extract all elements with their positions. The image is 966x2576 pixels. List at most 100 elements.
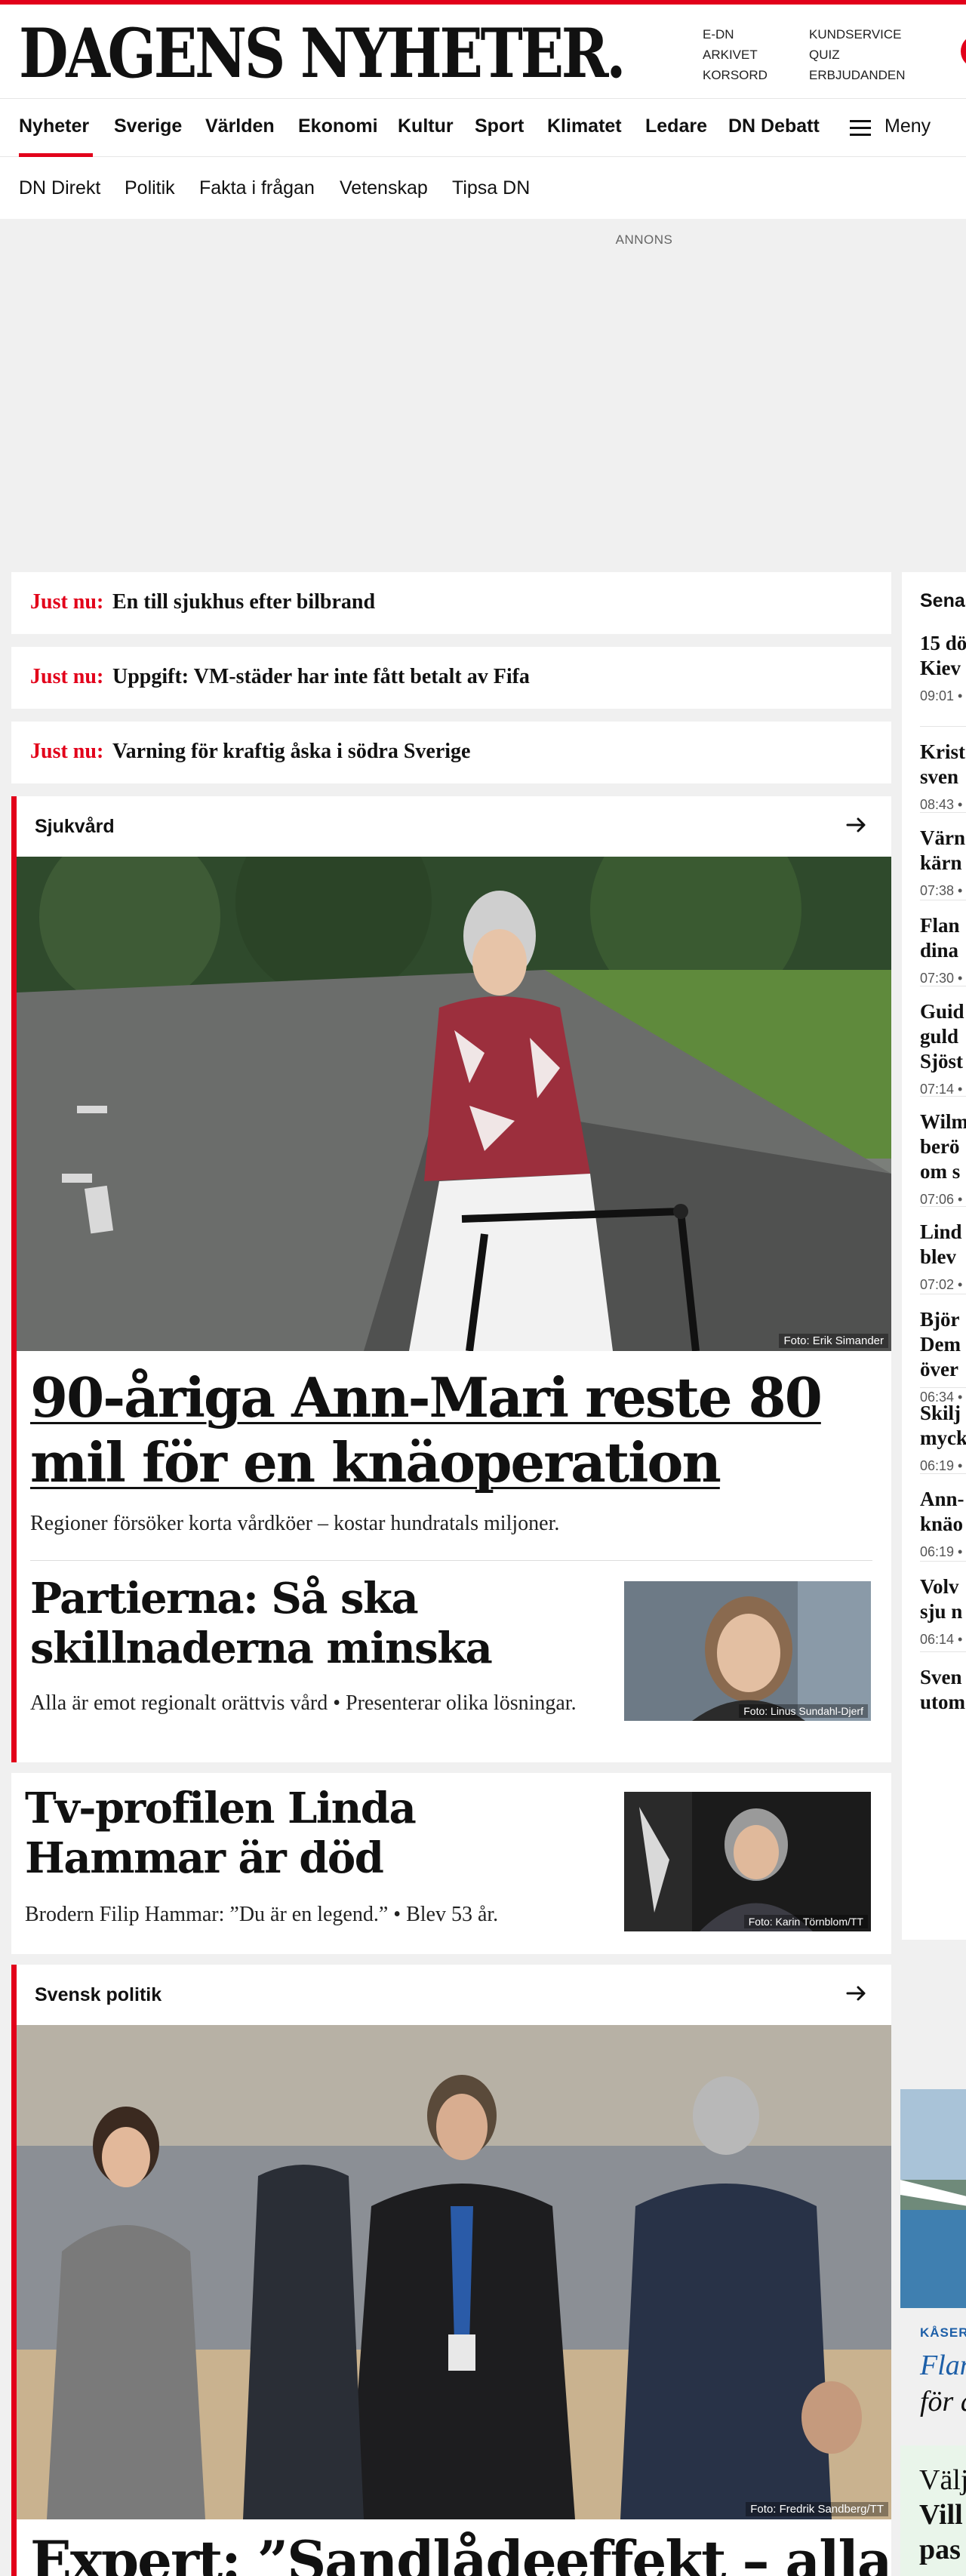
hero-image-politics[interactable]: Foto: Fredrik Sandberg/TT [17, 2025, 891, 2519]
sidebar-headline-line: knäo [920, 1513, 964, 1535]
sidebar-headline-line: Volv [920, 1575, 959, 1598]
thumbnail-photo [624, 1581, 871, 1721]
sidebar-news-time: 08:43 • [920, 797, 963, 812]
linda-headline[interactable]: Tv-profilen Linda Hammar är död [25, 1784, 598, 1883]
util-link-edn[interactable]: E-DN [703, 24, 768, 45]
sidebar-news-item[interactable]: Krist sven 08:43 • [920, 740, 966, 813]
latest-news-sidebar: Senaste nytt 15 dö Kiev 09:01 • Kristsven 08… [902, 572, 966, 1940]
sidebar-news-item[interactable]: 15 dö Kiev 09:01 • [920, 631, 966, 704]
sidebar-divider [920, 1561, 966, 1562]
util-link-kundservice[interactable]: KUNDSERVICE [809, 24, 906, 45]
just-nu-item[interactable]: Just nu: Uppgift: VM-städer har inte fåt… [11, 647, 891, 709]
just-nu-item[interactable]: Just nu: En till sjukhus efter bilbrand [11, 572, 891, 634]
sidebar-news-item[interactable]: Wilm berö om s 07:06 • [920, 1109, 966, 1208]
promo-photo [900, 2089, 966, 2308]
sidebar-news-item[interactable]: Värn kärn 07:38 • [920, 826, 966, 899]
lead-headline[interactable]: 90-åriga Ann-Mari reste 80 mil för en kn… [30, 1365, 891, 1495]
nav-klimatet[interactable]: Klimatet [547, 115, 622, 137]
sidebar-news-time: 07:38 • [920, 883, 963, 898]
sidebar-news-headline: Skilj myck [920, 1401, 966, 1451]
sidebar-news-item[interactable]: Björ Dem över 06:34 • [920, 1307, 966, 1405]
promo-box-line-3: pas [919, 2534, 961, 2565]
hero-photo [17, 857, 891, 1351]
util-link-arkivet[interactable]: ARKIVET [703, 45, 768, 65]
sidebar-divider [920, 1651, 966, 1652]
section-title-sjukvard[interactable]: Sjukvård [35, 816, 115, 838]
subnav-fakta-i-fragan[interactable]: Fakta i frågan [199, 177, 315, 199]
sidebar-news-item[interactable]: Ann-knäo 06:19 • [920, 1487, 966, 1560]
promo-title[interactable]: Flan [920, 2349, 966, 2382]
menu-button[interactable]: Meny [884, 115, 931, 137]
sidebar-headline-line: sju n [920, 1600, 963, 1623]
sidebar-news-headline: Björ Dem över [920, 1307, 966, 1382]
sidebar-news-item[interactable]: Sven utom [920, 1665, 966, 1715]
nav-ledare[interactable]: Ledare [645, 115, 707, 137]
nav-kultur[interactable]: Kultur [398, 115, 454, 137]
just-nu-headline[interactable]: Uppgift: VM-städer har inte fått betalt … [112, 665, 530, 689]
sidebar-news-headline: Volv sju n [920, 1574, 966, 1624]
sidebar-news-time: 06:19 • [920, 1544, 963, 1559]
just-nu-label: Just nu: [30, 740, 104, 763]
sidebar-news-headline: Ann-knäo [920, 1487, 966, 1537]
arrow-right-icon[interactable] [844, 813, 869, 837]
nav-varlden[interactable]: Världen [205, 115, 275, 137]
subnav-dn-direkt[interactable]: DN Direkt [19, 177, 100, 199]
linda-dek: Brodern Filip Hammar: ”Du är en legend.”… [25, 1903, 499, 1926]
sidebar-headline-line: utom [920, 1691, 965, 1713]
just-nu-item[interactable]: Just nu: Varning för kraftig åska i södr… [11, 722, 891, 783]
sidebar-divider [920, 1473, 966, 1474]
sidebar-headline-line: blev [920, 1245, 957, 1268]
sidebar-headline-line: Ann- [920, 1488, 964, 1510]
sidebar-news-item[interactable]: Guid guld Sjöst 07:14 • [920, 999, 966, 1097]
sidebar-news-headline: Guid guld Sjöst [920, 999, 966, 1074]
hamburger-icon[interactable] [850, 120, 871, 137]
sidebar-divider [920, 1387, 966, 1388]
subnav-vetenskap[interactable]: Vetenskap [340, 177, 428, 199]
thumbnail-linda[interactable]: Foto: Karin Törnblom/TT [624, 1792, 871, 1931]
hero-image-ann-mari[interactable]: Foto: Erik Simander [17, 857, 891, 1351]
nav-sport[interactable]: Sport [475, 115, 524, 137]
promo-subtitle: för d [920, 2386, 966, 2418]
sidebar-news-item[interactable]: Skilj myck 06:19 • [920, 1401, 966, 1474]
utility-links-primary: E-DN ARKIVET KORSORD [703, 24, 768, 85]
sidebar-news-time: 07:02 • [920, 1277, 963, 1292]
sub-navigation: DN Direkt Politik Fakta i frågan Vetensk… [0, 157, 966, 219]
main-navigation: Nyheter Sverige Världen Ekonomi Kultur S… [0, 98, 966, 157]
thumbnail-partierna[interactable]: Foto: Linus Sundahl-Djerf [624, 1581, 871, 1721]
politics-lead-headline[interactable]: Expert: ”Sandlådeeffekt – alla [30, 2528, 893, 2576]
sidebar-news-time: 06:14 • [920, 1632, 963, 1647]
subnav-politik[interactable]: Politik [125, 177, 175, 199]
just-nu-headline[interactable]: En till sjukhus efter bilbrand [112, 590, 375, 614]
promo-box-line-2: Vill [919, 2499, 963, 2531]
just-nu-headline[interactable]: Varning för kraftig åska i södra Sverige [112, 740, 470, 764]
sidebar-news-item[interactable]: Flan dina 07:30 • [920, 913, 966, 986]
nav-ekonomi[interactable]: Ekonomi [298, 115, 378, 137]
promo-subscription-box[interactable]: Välj Vill pas [900, 2445, 966, 2576]
sidebar-news-headline: Krist sven [920, 740, 966, 789]
dn-logo[interactable]: DAGENS NYHETER. [19, 12, 626, 95]
secondary-headline[interactable]: Partierna: Så ska skillnaderna minska [30, 1574, 604, 1673]
article-card-linda-hammar[interactable]: Tv-profilen Linda Hammar är död Brodern … [11, 1773, 891, 1954]
util-link-korsord[interactable]: KORSORD [703, 65, 768, 85]
sidebar-headline-line: Flan [920, 914, 960, 937]
sidebar-divider [920, 1206, 966, 1207]
nav-sverige[interactable]: Sverige [114, 115, 182, 137]
arrow-right-icon[interactable] [844, 1981, 869, 2005]
section-title-svensk-politik[interactable]: Svensk politik [35, 1984, 162, 2006]
sidebar-headline-line: Krist [920, 740, 965, 763]
sidebar-news-item[interactable]: Volv sju n 06:14 • [920, 1574, 966, 1648]
nav-nyheter[interactable]: Nyheter [19, 115, 89, 137]
divider [30, 1560, 872, 1561]
nav-dn-debatt[interactable]: DN Debatt [728, 115, 820, 137]
promo-kicker: KÅSER [920, 2325, 966, 2340]
subnav-tipsa-dn[interactable]: Tipsa DN [452, 177, 530, 199]
util-link-quiz[interactable]: QUIZ [809, 45, 906, 65]
sidebar-headline-line: berö [920, 1135, 960, 1158]
sidebar-headline-line: sven [920, 765, 959, 788]
sidebar-news-item[interactable]: Lind blev 07:02 • [920, 1220, 966, 1293]
util-link-erbjudanden[interactable]: ERBJUDANDEN [809, 65, 906, 85]
politics-section-card: Svensk politik Foto: Fredrik Sandberg/TT [11, 1965, 891, 2576]
account-button[interactable] [961, 35, 966, 68]
sidebar-headline-line: Kiev [920, 657, 961, 679]
promo-image[interactable] [900, 2089, 966, 2308]
